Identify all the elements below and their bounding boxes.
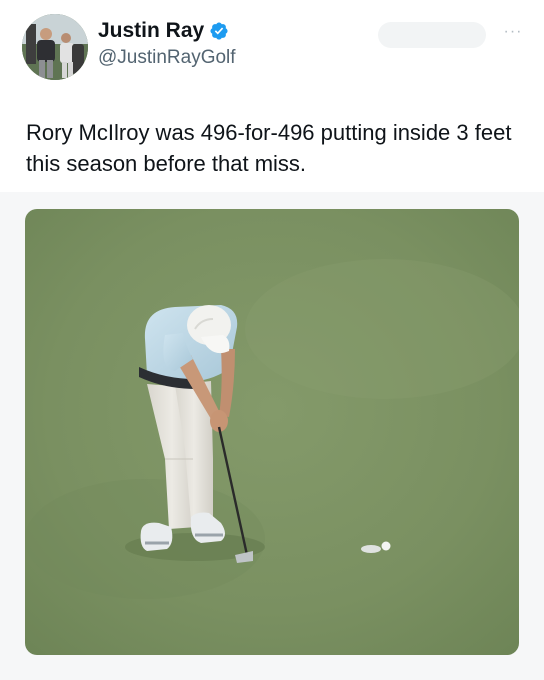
avatar-photo-icon bbox=[22, 14, 88, 80]
author-avatar[interactable] bbox=[22, 14, 88, 80]
verified-badge-icon bbox=[209, 21, 229, 41]
tweet-card: Justin Ray @JustinRayGolf ··· Rory McIlr… bbox=[0, 0, 544, 680]
tweet-text: Rory McIlroy was 496-for-496 putting ins… bbox=[26, 120, 512, 176]
golfer-putting-photo bbox=[25, 209, 519, 655]
name-row: Justin Ray bbox=[98, 16, 236, 46]
author-handle[interactable]: @JustinRayGolf bbox=[98, 47, 236, 69]
more-options-icon[interactable]: ··· bbox=[500, 22, 526, 42]
follow-button[interactable] bbox=[378, 22, 486, 48]
tweet-photo[interactable] bbox=[25, 209, 519, 655]
tweet-header: Justin Ray @JustinRayGolf ··· bbox=[22, 14, 526, 84]
author-display-name[interactable]: Justin Ray bbox=[98, 19, 204, 43]
author-block: Justin Ray @JustinRayGolf bbox=[98, 16, 236, 69]
